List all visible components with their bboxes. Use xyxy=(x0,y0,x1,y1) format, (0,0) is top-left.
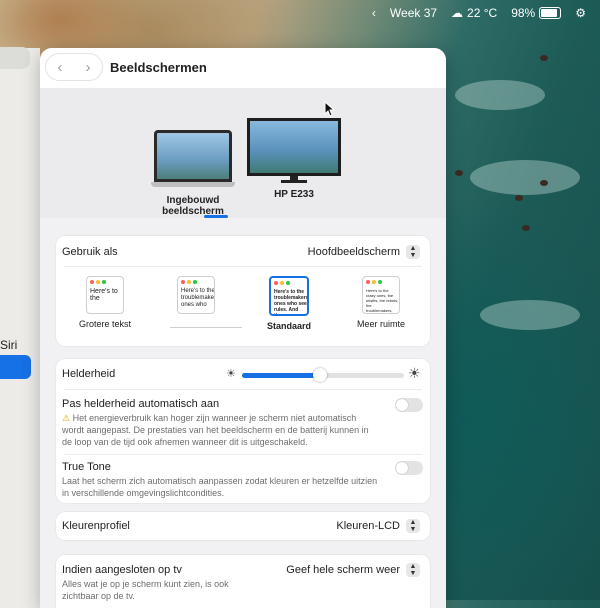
monitor-icon xyxy=(247,118,341,176)
tv-label: Indien aangesloten op tv xyxy=(62,564,182,576)
tv-value: Geef hele scherm weer xyxy=(286,564,400,576)
brightness-slider[interactable] xyxy=(242,368,404,382)
sidebar-item-siri[interactable]: Siri xyxy=(0,338,17,352)
wallpaper-surf xyxy=(455,80,545,110)
battery-indicator[interactable]: 98% xyxy=(511,6,562,20)
sidebar xyxy=(0,48,40,608)
tv-description: Alles wat je op je scherm kunt zien, is … xyxy=(62,579,229,601)
sidebar-search-field[interactable] xyxy=(0,47,30,69)
display-arrangement: Ingebouwd beeldscherm HP E233 xyxy=(40,88,446,218)
display-builtin[interactable]: Ingebouwd beeldscherm xyxy=(148,130,238,217)
resolution-label: Standaard xyxy=(266,321,311,331)
battery-icon xyxy=(539,7,562,19)
resolution-label: Grotere tekst xyxy=(78,319,132,329)
tv-popup[interactable]: Geef hele scherm weer ▲ ▼ xyxy=(286,563,420,577)
resolution-preview: Here's to the troublemakers. ones who se… xyxy=(269,276,309,316)
week-indicator[interactable]: Week 37 xyxy=(390,6,437,20)
title-bar: ‹ › Beeldschermen xyxy=(40,48,446,88)
menu-bar: ‹ Week 37 ☁ 22 °C 98% ⚙ xyxy=(0,0,600,26)
navigation-buttons: ‹ › xyxy=(46,54,102,80)
sidebar-item-selected[interactable] xyxy=(0,355,31,379)
resolution-preview: Here's to the xyxy=(86,276,124,314)
brightness-low-icon: ☀ xyxy=(226,368,236,380)
resolution-option-larger-text[interactable]: Here's to the Grotere tekst xyxy=(70,276,140,329)
wallpaper-surf xyxy=(470,160,580,195)
resolution-option-more-space[interactable]: Here's to the crazy ones, the misfits, t… xyxy=(346,276,416,329)
resolution-preview: Here's to the crazy ones, the misfits, t… xyxy=(362,276,400,314)
true-tone-description: Laat het scherm zich automatisch aanpass… xyxy=(62,476,378,498)
warning-icon: ⚠ xyxy=(62,413,71,423)
settings-window: ‹ › Beeldschermen Ingebouwd beeldscherm … xyxy=(40,48,446,608)
up-down-chevron-icon: ▲ ▼ xyxy=(406,563,420,577)
color-profile-label: Kleurenprofiel xyxy=(62,520,130,532)
resolution-preview: Here's to the troublemakers. ones who xyxy=(177,276,215,314)
mouse-pointer-icon xyxy=(324,101,334,117)
true-tone-toggle[interactable] xyxy=(395,461,423,475)
selected-display-indicator xyxy=(204,215,228,218)
color-profile-card: Kleurenprofiel Kleuren-LCD ▲ ▼ xyxy=(56,512,430,540)
brightness-label: Helderheid xyxy=(62,368,116,380)
wallpaper-swimmer xyxy=(540,180,548,186)
weather-indicator[interactable]: ☁ 22 °C xyxy=(451,6,497,20)
up-down-chevron-icon: ▲ ▼ xyxy=(406,245,420,259)
usage-popup[interactable]: Hoofdbeeldscherm ▲ ▼ xyxy=(308,245,420,259)
resolution-label: Meer ruimte xyxy=(356,319,405,329)
true-tone-label: True Tone xyxy=(62,461,111,473)
control-center-icon[interactable]: ⚙ xyxy=(575,6,586,20)
resolution-option-2[interactable]: Here's to the troublemakers. ones who xyxy=(161,276,231,319)
usage-label: Gebruik als xyxy=(62,246,118,258)
usage-value: Hoofdbeeldscherm xyxy=(307,246,400,258)
tv-card: Indien aangesloten op tv Alles wat je op… xyxy=(56,555,430,608)
cloud-icon: ☁ xyxy=(451,6,464,20)
color-profile-value: Kleuren-LCD xyxy=(336,520,400,532)
usage-card: Gebruik als Hoofdbeeldscherm ▲ ▼ Here's t… xyxy=(56,236,430,346)
battery-percentage: 98% xyxy=(511,6,536,20)
forward-button[interactable]: › xyxy=(86,59,91,76)
wallpaper-swimmer xyxy=(522,225,530,231)
color-profile-popup[interactable]: Kleuren-LCD ▲ ▼ xyxy=(336,519,420,533)
resolution-slider-track xyxy=(170,327,242,328)
weather-temperature: 22 °C xyxy=(467,6,498,20)
display-hp[interactable]: HP E233 xyxy=(244,118,344,200)
brightness-card: Helderheid ☀ ☀ Pas helderheid automatisc… xyxy=(56,359,430,503)
display-builtin-label: Ingebouwd beeldscherm xyxy=(162,195,224,217)
auto-brightness-label: Pas helderheid automatisch aan xyxy=(62,398,220,410)
auto-brightness-description: ⚠ Het energieverbruik kan hoger zijn wan… xyxy=(62,413,369,447)
laptop-icon xyxy=(154,130,232,182)
up-down-chevron-icon: ▲ ▼ xyxy=(406,519,420,533)
wallpaper-swimmer xyxy=(515,195,523,201)
auto-brightness-toggle[interactable] xyxy=(395,398,423,412)
wallpaper-surf xyxy=(480,300,580,330)
wallpaper-swimmer xyxy=(455,170,463,176)
brightness-high-icon: ☀ xyxy=(408,365,421,381)
back-button[interactable]: ‹ xyxy=(58,59,63,76)
display-hp-label: HP E233 xyxy=(274,189,314,200)
chevron-left-icon[interactable]: ‹ xyxy=(372,6,376,20)
page-title: Beeldschermen xyxy=(110,60,207,75)
resolution-option-default[interactable]: Here's to the troublemakers. ones who se… xyxy=(254,276,324,331)
wallpaper-swimmer xyxy=(540,55,548,61)
